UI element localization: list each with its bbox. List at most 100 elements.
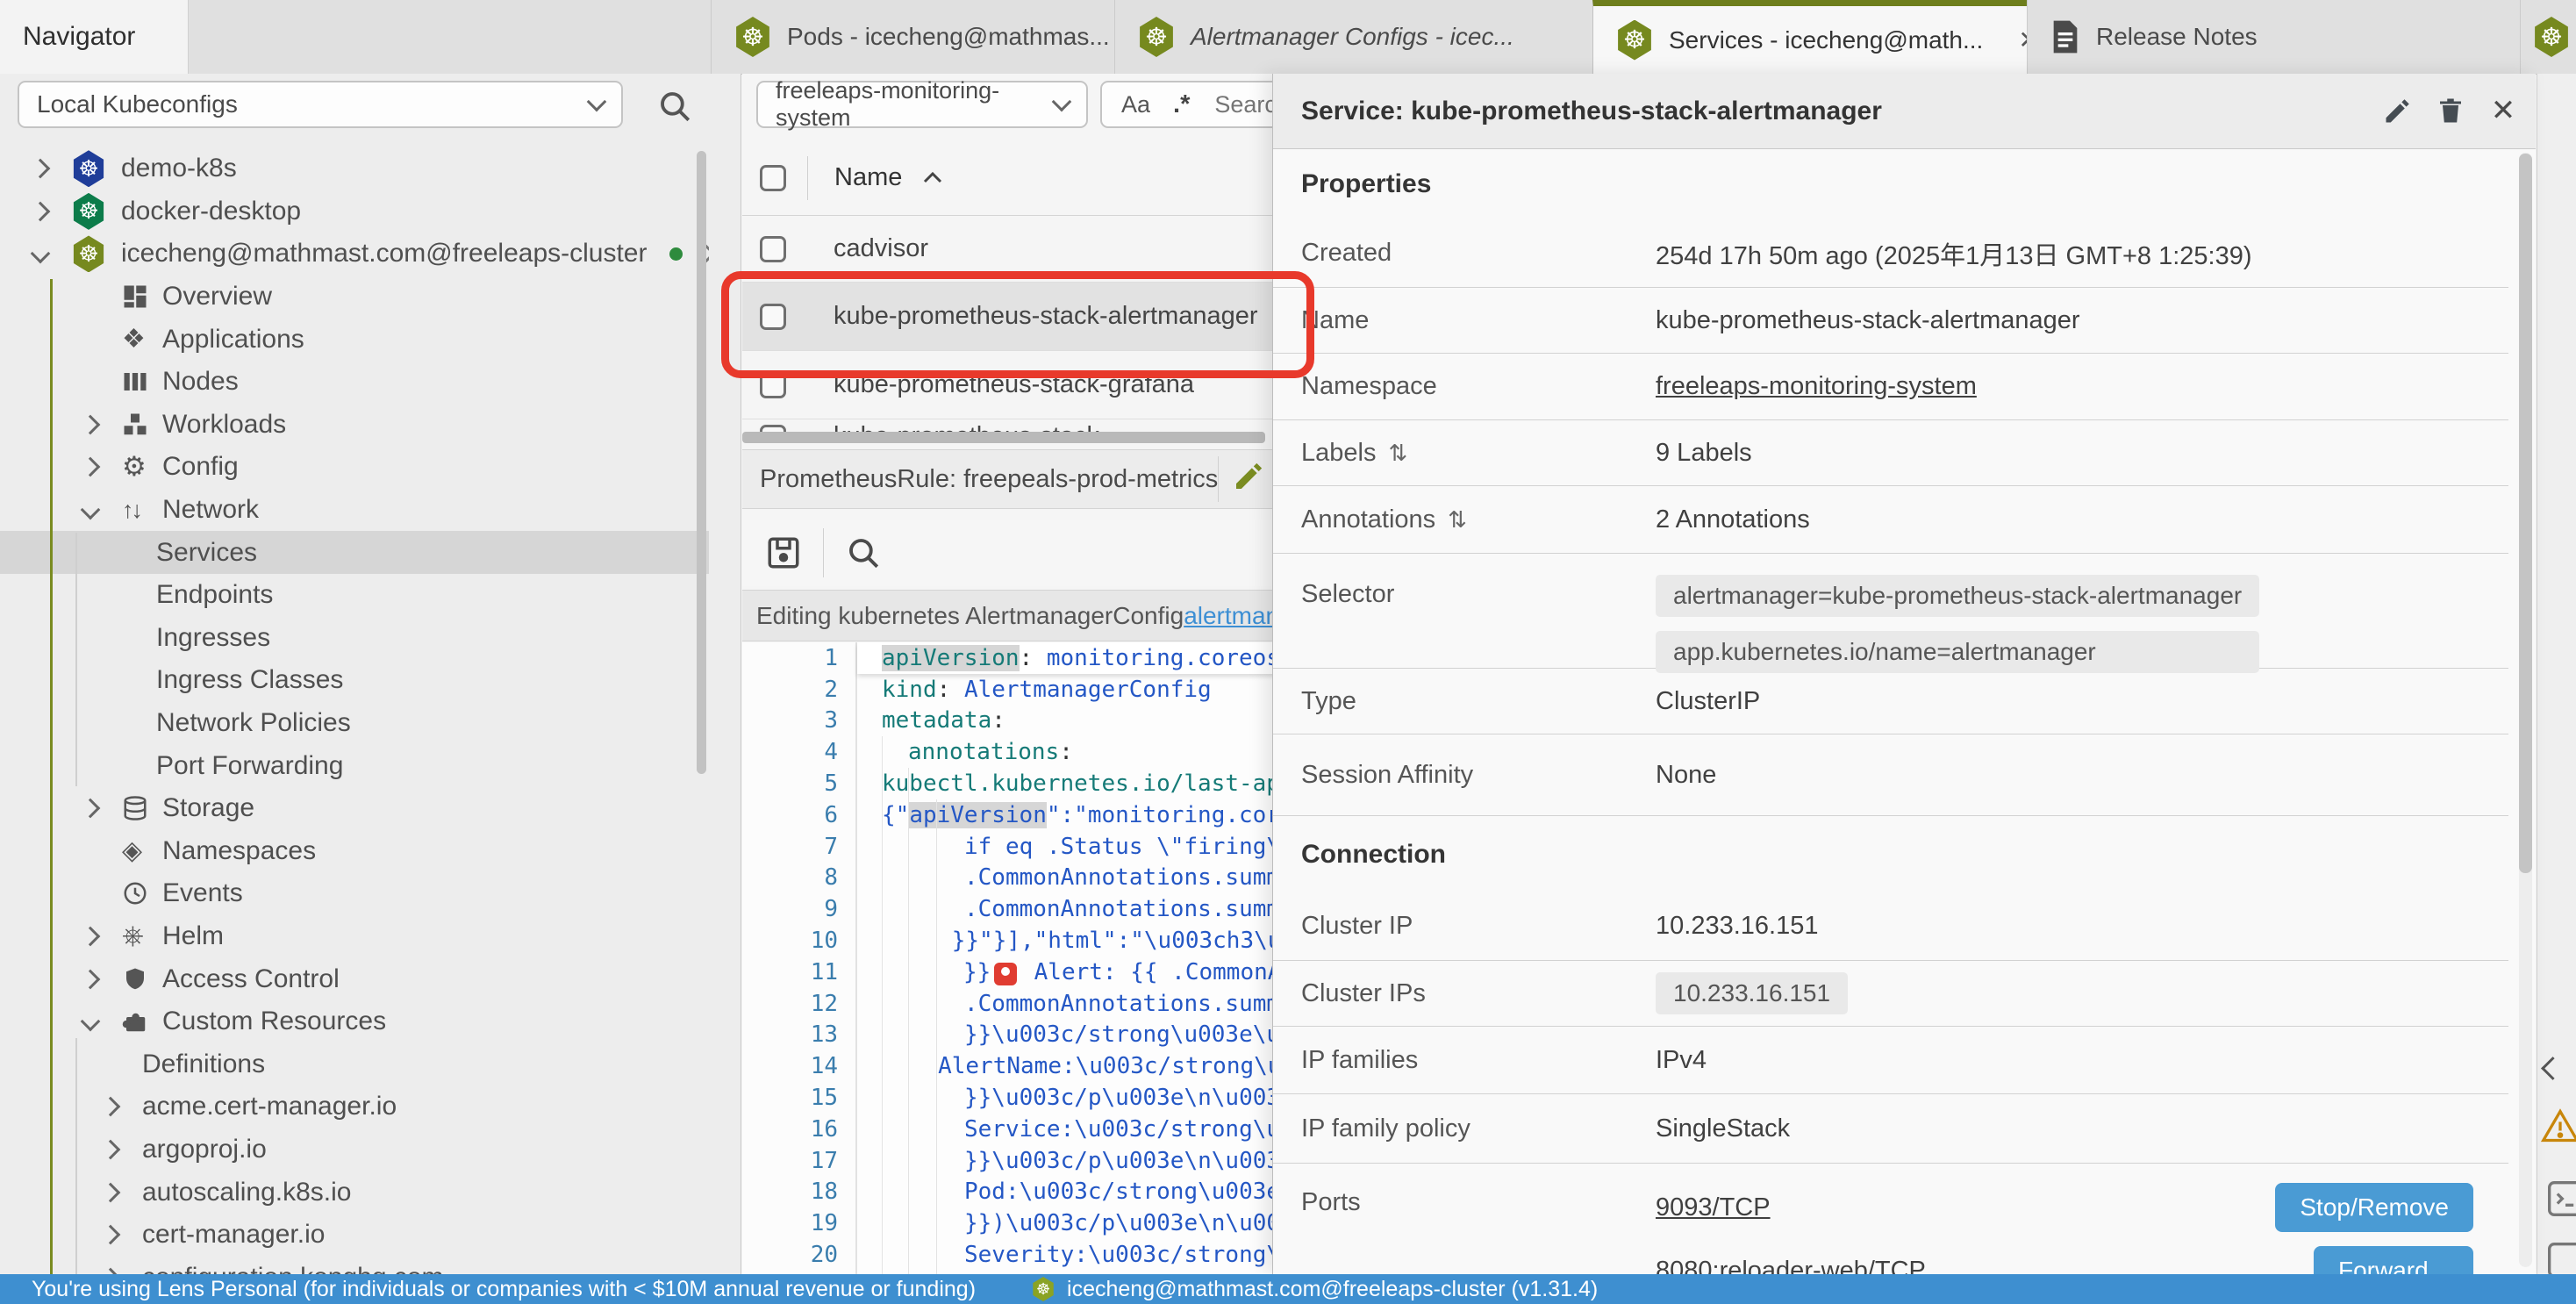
code-token: {" [882, 802, 909, 828]
sort-toggle-icon[interactable]: ⇅ [1388, 440, 1407, 467]
sidebar-item-config[interactable]: ⚙Config [0, 446, 709, 489]
drawer-body: PropertiesCreated254d 17h 50m ago (2025年… [1273, 149, 2508, 1274]
sidebar-item-label: Definitions [142, 1050, 265, 1079]
sidebar-item-workloads[interactable]: Workloads [0, 404, 709, 447]
row-checkbox[interactable] [760, 304, 786, 330]
tab-partial[interactable]: ☸ [2520, 0, 2576, 74]
sidebar-item-argoproj-io[interactable]: argoproj.io [0, 1128, 709, 1171]
row-checkbox[interactable] [760, 372, 786, 398]
row-checkbox[interactable] [760, 236, 786, 262]
sidebar-item-ingress-classes[interactable]: Ingress Classes [0, 659, 709, 702]
sidebar-item-docker-desktop[interactable]: ☸docker-desktop [0, 190, 709, 233]
chevron-right-icon[interactable] [83, 972, 122, 986]
regex-icon[interactable]: .* [1173, 90, 1190, 119]
sidebar-item-nodes[interactable]: Nodes [0, 361, 709, 404]
events-icon [122, 880, 162, 906]
kubeconfig-select[interactable]: Local Kubeconfigs [18, 81, 623, 128]
chevron-down-icon[interactable] [83, 503, 122, 517]
dock-button[interactable] [2546, 1179, 2576, 1218]
sidebar-item-events[interactable]: Events [0, 872, 709, 915]
sidebar-item-network-policies[interactable]: Network Policies [0, 702, 709, 745]
namespace-select-value: freeleaps-monitoring-system [776, 77, 1055, 132]
warning-icon[interactable] [2541, 1107, 2576, 1144]
tab-release-notes[interactable]: Release Notes [2027, 0, 2378, 74]
indent-guide [936, 1050, 937, 1082]
sidebar-item-helm[interactable]: ⎈Helm [0, 915, 709, 958]
port-link[interactable]: 8080:reloader-web/TCP [1656, 1257, 1926, 1275]
sidebar-scrollbar[interactable] [697, 151, 706, 774]
license-text: You're using Lens Personal (for individu… [32, 1277, 976, 1302]
sidebar-item-services[interactable]: Services [0, 531, 709, 574]
chevron-right-icon[interactable] [104, 1100, 142, 1114]
close-drawer-icon[interactable]: ✕ [2486, 93, 2521, 128]
indent-guide [936, 1177, 937, 1208]
close-tab-icon[interactable]: ✕ [2018, 25, 2027, 54]
chevron-right-icon[interactable] [83, 418, 122, 432]
table-horizontal-scrollbar[interactable] [742, 432, 1265, 443]
tab-services[interactable]: ☸ Services - icecheng@math... ✕ [1592, 0, 2027, 74]
chevron-down-icon[interactable] [33, 247, 72, 261]
sidebar-item-ingresses[interactable]: Ingresses [0, 617, 709, 660]
sidebar-item-label: Custom Resources [162, 1007, 386, 1036]
match-case-icon[interactable]: Aa [1121, 91, 1150, 118]
tab-label: Pods - icecheng@mathmas... [787, 23, 1110, 51]
sidebar-item-overview[interactable]: Overview [0, 276, 709, 319]
sidebar-item-icecheng-mathmast-com-freeleaps-cluster[interactable]: ☸icecheng@mathmast.com@freeleaps-cluster [0, 233, 709, 276]
delete-service-icon[interactable] [2433, 93, 2468, 128]
column-header-name[interactable]: Name [834, 163, 902, 192]
sidebar-search-icon[interactable] [656, 88, 693, 125]
drawer-scrollbar[interactable] [2519, 154, 2532, 873]
chevron-right-icon[interactable] [83, 929, 122, 943]
bar-divider [1218, 456, 1219, 502]
indent-guide [882, 1145, 883, 1177]
detail-row-created: Created254d 17h 50m ago (2025年1月13日 GMT+… [1273, 219, 2508, 288]
line-number: 9 [742, 893, 857, 925]
edit-service-icon[interactable] [2380, 93, 2415, 128]
chevron-right-icon[interactable] [83, 460, 122, 474]
chevron-down-icon[interactable] [83, 1014, 122, 1028]
sidebar-item-demo-k8s[interactable]: ☸demo-k8s [0, 147, 709, 190]
sort-toggle-icon[interactable]: ⇅ [1448, 506, 1467, 534]
chevron-right-icon[interactable] [33, 204, 72, 219]
detail-value: 10.233.16.151 [1656, 912, 1818, 941]
nodes-icon [122, 369, 162, 395]
stop-remove-button[interactable]: Stop/Remove [2275, 1183, 2473, 1232]
save-icon[interactable] [765, 534, 802, 571]
sidebar-item-access-control[interactable]: Access Control [0, 957, 709, 1000]
sidebar-item-network[interactable]: ↑↓Network [0, 489, 709, 532]
sidebar-item-port-forwarding[interactable]: Port Forwarding [0, 744, 709, 787]
edit-prometheus-rule-icon[interactable] [1232, 458, 1267, 493]
sidebar-item-definitions[interactable]: Definitions [0, 1042, 709, 1085]
tab-alertmanager-configs[interactable]: ☸ Alertmanager Configs - icec... [1114, 0, 1592, 74]
chevron-right-icon[interactable] [33, 161, 72, 176]
chevron-right-icon[interactable] [104, 1186, 142, 1200]
chevron-right-icon[interactable] [104, 1143, 142, 1157]
kubernetes-icon: ☸ [1032, 1277, 1055, 1301]
sidebar-item-custom-resources[interactable]: Custom Resources [0, 1000, 709, 1043]
chevron-left-icon[interactable] [2544, 1060, 2561, 1081]
chevron-right-icon[interactable] [83, 801, 122, 815]
workloads-icon [122, 412, 162, 438]
port-link[interactable]: 9093/TCP [1656, 1193, 1771, 1222]
chevron-right-icon[interactable] [104, 1228, 142, 1242]
sidebar-item-autoscaling-k8s-io[interactable]: autoscaling.k8s.io [0, 1171, 709, 1214]
namespace-link[interactable]: freeleaps-monitoring-system [1656, 372, 1977, 401]
line-number: 8 [742, 863, 857, 894]
sidebar-item-applications[interactable]: ❖Applications [0, 318, 709, 361]
sidebar-item-configuration-konghq-com[interactable]: configuration.konghq.com [0, 1256, 709, 1274]
sidebar-item-endpoints[interactable]: Endpoints [0, 574, 709, 617]
select-all-checkbox[interactable] [760, 165, 786, 191]
indent-guide [908, 1082, 909, 1114]
dock-button-2[interactable] [2546, 1241, 2576, 1274]
editor-search-icon[interactable] [845, 534, 882, 571]
sidebar-item-label: Endpoints [156, 580, 273, 610]
sidebar-item-acme-cert-manager-io[interactable]: acme.cert-manager.io [0, 1085, 709, 1128]
sidebar-item-storage[interactable]: Storage [0, 787, 709, 830]
sidebar-item-cert-manager-io[interactable]: cert-manager.io [0, 1214, 709, 1257]
line-number: 5 [742, 768, 857, 799]
forward-button[interactable]: Forward... [2314, 1246, 2473, 1274]
tab-pods[interactable]: ☸ Pods - icecheng@mathmas... [711, 0, 1114, 74]
sidebar-item-namespaces[interactable]: ◈Namespaces [0, 830, 709, 873]
sort-ascending-icon[interactable] [921, 169, 944, 187]
namespace-select[interactable]: freeleaps-monitoring-system [756, 81, 1088, 128]
